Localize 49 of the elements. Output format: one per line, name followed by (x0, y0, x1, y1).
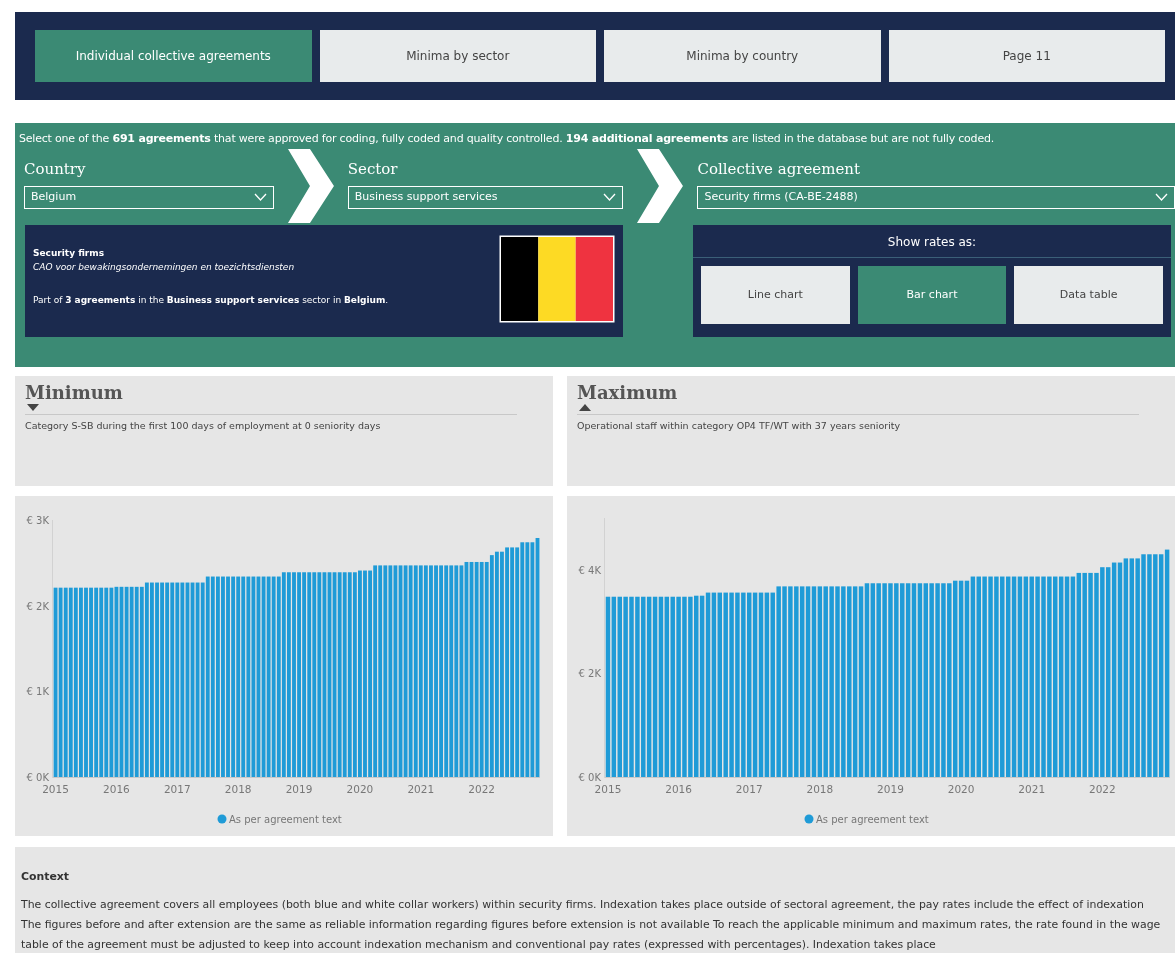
view-button[interactable]: Line chart (701, 266, 850, 324)
tab[interactable]: Page 11 (888, 30, 1165, 82)
context-text: The collective agreement covers all employees (both blue and white collar workers) within security firms. Indexation takes place outside of sectoral agreement, the pay rates include the effect of indexation The figures before and after extension are the same as reliable information regarding figures before extension is not available To reach the applicable minimum and maximum rates, the rate found in the wage table of the agreement must be adjusted to keep into account indexation mechanism and conventional pay rates (expressed with percentages). Indexation takes place (21, 897, 1162, 953)
panel-title: Maximum (577, 384, 679, 402)
x-tick-label: 2020 (947, 783, 975, 795)
x-tick-label: 2020 (346, 783, 374, 795)
legend-label: As per agreement text (229, 814, 342, 825)
x-tick-label: 2017 (163, 783, 191, 795)
y-tick-label: € 1K (26, 686, 49, 698)
rates-heading: Show rates as: (693, 225, 1171, 258)
x-tick-label: 2015 (42, 783, 69, 795)
filter-label: Collective agreement (697, 159, 862, 180)
y-tick-label: € 2K (26, 600, 49, 612)
x-tick-label: 2021 (1018, 783, 1046, 795)
x-tick-label: 2021 (407, 783, 435, 795)
intro-text: Select one of the 691 agreements that were approved for coding, fully coded and quality controlled. 194 additional agreements are listed in the database but are not fully coded. (18, 131, 996, 147)
agreement-title: Security firms (33, 247, 105, 260)
x-tick-label: 2017 (735, 783, 763, 795)
tab[interactable]: Minima by sector (319, 30, 596, 82)
filter-label: Sector (347, 159, 399, 180)
view-button[interactable]: Bar chart (857, 266, 1007, 324)
panel-description: Operational staff within category OP4 TF/WT with 37 years seniority (577, 414, 1139, 434)
context-title: Context (21, 869, 71, 885)
tab[interactable]: Minima by country (604, 30, 881, 82)
y-tick-label: € 0K (26, 772, 49, 783)
dropdown[interactable]: Business support services (347, 185, 624, 209)
legend-label: As per agreement text (816, 814, 929, 825)
y-tick-label: € 4K (578, 564, 601, 576)
x-tick-label: 2015 (594, 783, 622, 795)
x-tick-label: 2016 (103, 783, 130, 795)
x-tick-label: 2019 (877, 783, 904, 795)
filter-label: Country (24, 159, 87, 180)
y-tick-label: € 2K (578, 668, 601, 680)
x-tick-label: 2022 (1088, 783, 1116, 795)
agreement-note: Part of 3 agreements in the Business support services sector in Belgium. (33, 294, 389, 307)
x-tick-label: 2018 (224, 783, 252, 795)
dropdown[interactable]: Security firms (CA-BE-2488) (697, 185, 1175, 209)
agreement-subtitle: CAO voor bewakingsondernemingen en toezichtsdiensten (33, 260, 296, 274)
y-tick-label: € 3K (26, 515, 49, 526)
x-tick-label: 2022 (468, 783, 496, 795)
x-tick-label: 2019 (285, 783, 313, 795)
y-tick-label: € 0K (578, 772, 601, 783)
x-tick-label: 2016 (665, 783, 692, 795)
dropdown[interactable]: Belgium (24, 185, 274, 209)
tab[interactable]: Individual collective agreements (35, 30, 312, 82)
panel-title: Minimum (25, 384, 124, 402)
view-button[interactable]: Data table (1014, 266, 1163, 324)
panel-description: Category S-SB during the first 100 days of employment at 0 seniority days (25, 414, 517, 434)
x-tick-label: 2018 (806, 783, 834, 795)
